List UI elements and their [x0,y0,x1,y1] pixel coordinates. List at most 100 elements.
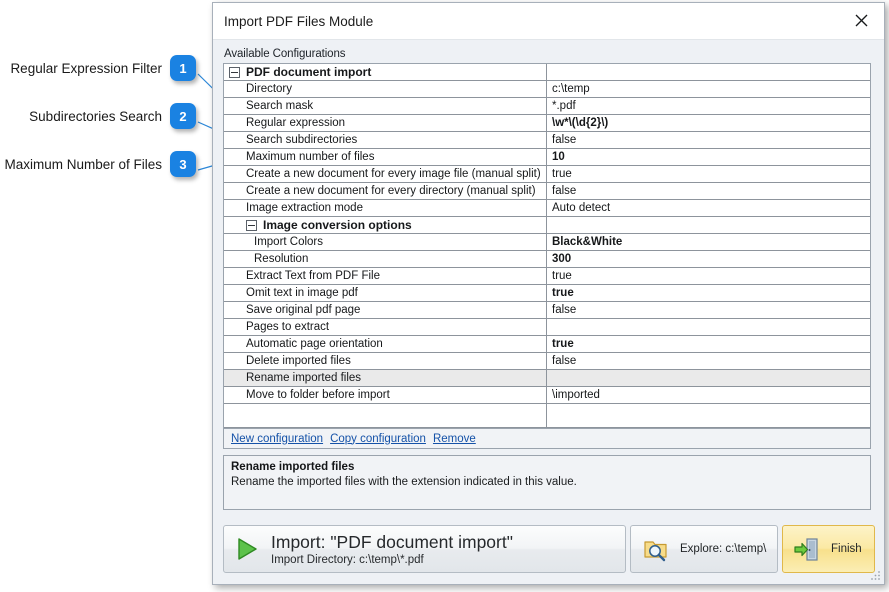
copy-configuration-link[interactable]: Copy configuration [330,433,426,445]
grid-cell-name: Resolution [224,253,546,265]
grid-cell-value[interactable]: false [546,353,870,369]
finish-button-label: Finish [831,543,862,555]
grid-property-row[interactable]: Pages to extract [224,319,870,336]
grid-cell-value[interactable] [546,370,870,386]
grid-property-row[interactable]: Move to folder before import \imported [224,387,870,404]
grid-property-row[interactable]: Omit text in image pdf true [224,285,870,302]
grid-property-label: Resolution [254,253,308,265]
grid-cell-value[interactable]: false [546,183,870,199]
grid-property-label: Image extraction mode [246,202,363,214]
grid-cell-name: Search mask [224,100,546,112]
collapse-expander-icon[interactable] [229,67,240,78]
grid-property-label: Move to folder before import [246,389,390,401]
explore-button-label: Explore: c:\temp\ [680,543,766,555]
grid-cell-value[interactable]: true [546,166,870,182]
callout-label-1: Regular Expression Filter [10,61,162,77]
grid-category-row[interactable]: PDF document import [224,64,870,81]
grid-cell-value[interactable]: Black&White [546,234,870,250]
grid-cell-name: Create a new document for every director… [224,185,546,197]
property-grid: PDF document importDirectoryc:\tempSearc… [223,63,871,428]
callout-badge-2: 2 [170,103,196,129]
grid-cell-name: Move to folder before import [224,389,546,401]
grid-cell-name: Pages to extract [224,321,546,333]
grid-property-label: Save original pdf page [246,304,360,316]
grid-cell-value[interactable]: true [546,268,870,284]
grid-cell-value[interactable]: \w*\(\d{2}\) [546,115,870,131]
available-configurations-label: Available Configurations [224,48,874,60]
collapse-expander-icon[interactable] [246,220,257,231]
grid-cell-name: Image extraction mode [224,202,546,214]
grid-property-row[interactable]: Save original pdf page false [224,302,870,319]
grid-property-label: Search mask [246,100,313,112]
import-button[interactable]: Import: "PDF document import" Import Dir… [223,525,626,573]
grid-property-label: Import Colors [254,236,323,248]
grid-cell-name: Regular expression [224,117,546,129]
grid-cell-value[interactable]: true [546,285,870,301]
grid-property-row[interactable]: Maximum number of files10 [224,149,870,166]
callout-badge-1: 1 [170,55,196,81]
import-pdf-dialog: Import PDF Files Module Available Config… [212,2,885,585]
grid-cell-value[interactable]: 300 [546,251,870,267]
grid-cell-name: Create a new document for every image fi… [224,168,546,180]
grid-property-label: Rename imported files [246,372,361,384]
grid-cell-value[interactable]: \imported [546,387,870,403]
grid-property-row[interactable]: Regular expression \w*\(\d{2}\) [224,115,870,132]
grid-property-row[interactable]: Extract Text from PDF File true [224,268,870,285]
grid-cell-value[interactable]: false [546,302,870,318]
grid-cell-value [546,64,870,80]
close-button[interactable] [838,3,884,38]
grid-property-label: Image conversion options [263,218,412,232]
grid-property-row[interactable]: Directoryc:\temp [224,81,870,98]
grid-cell-value[interactable]: false [546,132,870,148]
grid-property-row[interactable]: Search subdirectoriesfalse [224,132,870,149]
grid-cell-name: Search subdirectories [224,134,546,146]
explore-button[interactable]: Explore: c:\temp\ [630,525,778,573]
grid-cell-name: Save original pdf page [224,304,546,316]
grid-cell-value[interactable]: Auto detect [546,200,870,216]
close-icon [855,14,868,27]
grid-cell-value[interactable]: c:\temp [546,81,870,97]
grid-cell-name: Import Colors [224,236,546,248]
grid-cell-value[interactable] [546,319,870,335]
grid-property-label: Create a new document for every image fi… [246,168,541,180]
grid-property-row[interactable]: Delete imported files false [224,353,870,370]
grid-property-label: Omit text in image pdf [246,287,358,299]
remove-link[interactable]: Remove [433,433,476,445]
description-title: Rename imported files [231,460,863,475]
grid-property-label: Automatic page orientation [246,338,383,350]
resize-grip-icon[interactable] [870,570,881,581]
grid-property-label: Extract Text from PDF File [246,270,380,282]
grid-property-row[interactable]: Create a new document for every director… [224,183,870,200]
callout-badge-3: 3 [170,151,196,177]
action-bar: Import: "PDF document import" Import Dir… [223,525,875,573]
grid-cell-name: Maximum number of files [224,151,546,163]
grid-property-label: Delete imported files [246,355,351,367]
grid-property-label: PDF document import [246,65,371,79]
finish-button[interactable]: Finish [782,525,875,573]
grid-cell-value [546,404,870,427]
play-icon [236,537,258,561]
grid-property-row[interactable]: Image extraction mode Auto detect [224,200,870,217]
grid-cell-name: Extract Text from PDF File [224,270,546,282]
window-title: Import PDF Files Module [224,14,373,29]
grid-property-row[interactable]: Rename imported files [224,370,870,387]
exit-door-icon [794,537,819,562]
grid-cell-value[interactable]: true [546,336,870,352]
grid-cell-value[interactable]: *.pdf [546,98,870,114]
grid-property-row[interactable]: Import Colors Black&White [224,234,870,251]
grid-cell-value [546,217,870,233]
grid-cell-name: PDF document import [224,65,546,79]
grid-property-row[interactable]: Create a new document for every image fi… [224,166,870,183]
grid-property-row[interactable]: Resolution 300 [224,251,870,268]
grid-property-label: Pages to extract [246,321,329,333]
grid-property-label: Regular expression [246,117,345,129]
new-configuration-link[interactable]: New configuration [231,433,323,445]
grid-cell-name: Directory [224,83,546,95]
grid-cell-value[interactable]: 10 [546,149,870,165]
import-button-subtitle: Import Directory: c:\temp\*.pdf [271,553,513,567]
grid-property-row[interactable]: Search mask *.pdf [224,98,870,115]
grid-property-row[interactable]: Automatic page orientation true [224,336,870,353]
annotation-callouts: Regular Expression Filter 1 Subdirectori… [0,0,212,592]
grid-category-row[interactable]: Image conversion options [224,217,870,234]
grid-links-bar: New configuration Copy configuration Remov… [223,428,871,449]
